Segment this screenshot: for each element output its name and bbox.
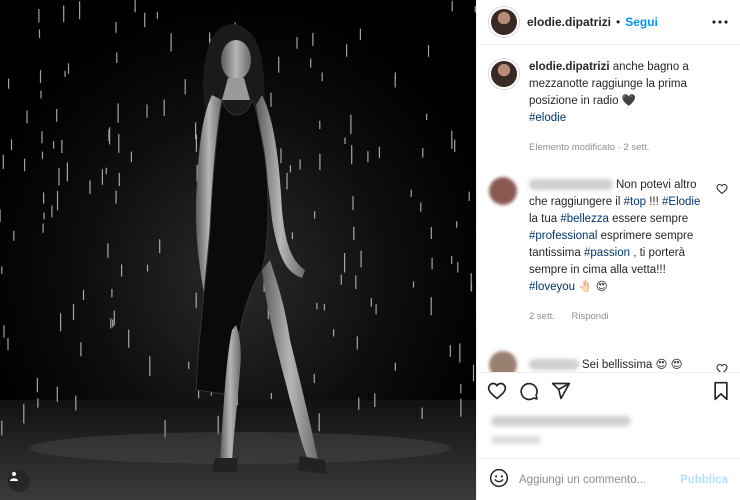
hashtag-link[interactable]: #passion [584,247,630,259]
more-horizontal-icon[interactable] [710,12,730,32]
emoji-icon[interactable] [489,468,509,491]
publish-button[interactable]: Pubblica [680,474,728,486]
comment-username-blurred[interactable] [529,179,613,191]
comment-avatar[interactable] [489,177,517,205]
post-image[interactable] [0,0,476,500]
post-date-blurred [491,436,541,444]
comment-like-icon[interactable] [716,183,728,195]
reply-button[interactable]: Rispondi [572,311,609,322]
likes-count-blurred[interactable] [491,416,631,426]
hashtag-link[interactable]: #bellezza [560,213,609,225]
comment-icon[interactable] [519,381,539,401]
comments-section: elodie.dipatrizi anche bagno a mezzanott… [477,45,740,372]
comment-text: Sei bellissima 😍 😍 [582,359,683,371]
comment-actions: 2 sett. Rispondi [529,308,709,325]
hashtag-link[interactable]: #top [624,196,646,208]
author-username[interactable]: elodie.dipatrizi [527,15,611,29]
comment-text: Non potevi altro che raggiungere il #top… [529,179,700,293]
separator-dot: • [616,15,621,29]
comment-text-part: 🤚🏻 😍 [575,281,608,293]
hashtag-link[interactable]: #professional [529,230,597,242]
post-modal: elodie.dipatrizi • Segui elodie.dipatriz… [0,0,740,500]
likes-area [477,408,740,458]
caption-meta: Elemento modificato · 2 sett. [529,142,650,153]
heart-icon[interactable] [487,381,507,401]
comment-item: Non potevi altro che raggiungere il #top… [489,177,728,325]
post-sidebar: elodie.dipatrizi • Segui elodie.dipatriz… [476,0,740,500]
comment-time: 2 sett. [529,311,555,322]
hashtag-link[interactable]: #Elodie [662,196,700,208]
comment-text-part: essere sempre [608,213,689,225]
caption-hashtag[interactable]: #elodie [529,112,566,124]
hashtag-link[interactable]: #loveyou [529,281,575,293]
caption-username[interactable]: elodie.dipatrizi [529,61,610,73]
share-icon[interactable] [551,381,571,401]
comment-username-blurred[interactable] [529,359,579,371]
comment-like-icon[interactable] [716,363,728,372]
post-caption: elodie.dipatrizi anche bagno a mezzanott… [489,59,728,127]
action-bar [477,372,740,408]
comment-text-part: Sei bellissima 😍 😍 [582,359,683,371]
comment-avatar[interactable] [489,351,517,372]
post-header: elodie.dipatrizi • Segui [477,0,740,45]
post-photo [0,0,476,500]
bookmark-icon[interactable] [712,381,730,401]
add-comment-bar: Pubblica [477,458,740,500]
comment-item: Sei bellissima 😍 😍 [489,351,728,372]
comment-text-part: !!! [646,196,662,208]
comment-text-part: la tua [529,213,561,225]
comment-input[interactable] [519,473,679,486]
caption-avatar[interactable] [489,59,519,89]
user-tag-icon[interactable] [8,470,30,492]
avatar[interactable] [489,7,519,37]
follow-button[interactable]: Segui [625,15,658,29]
